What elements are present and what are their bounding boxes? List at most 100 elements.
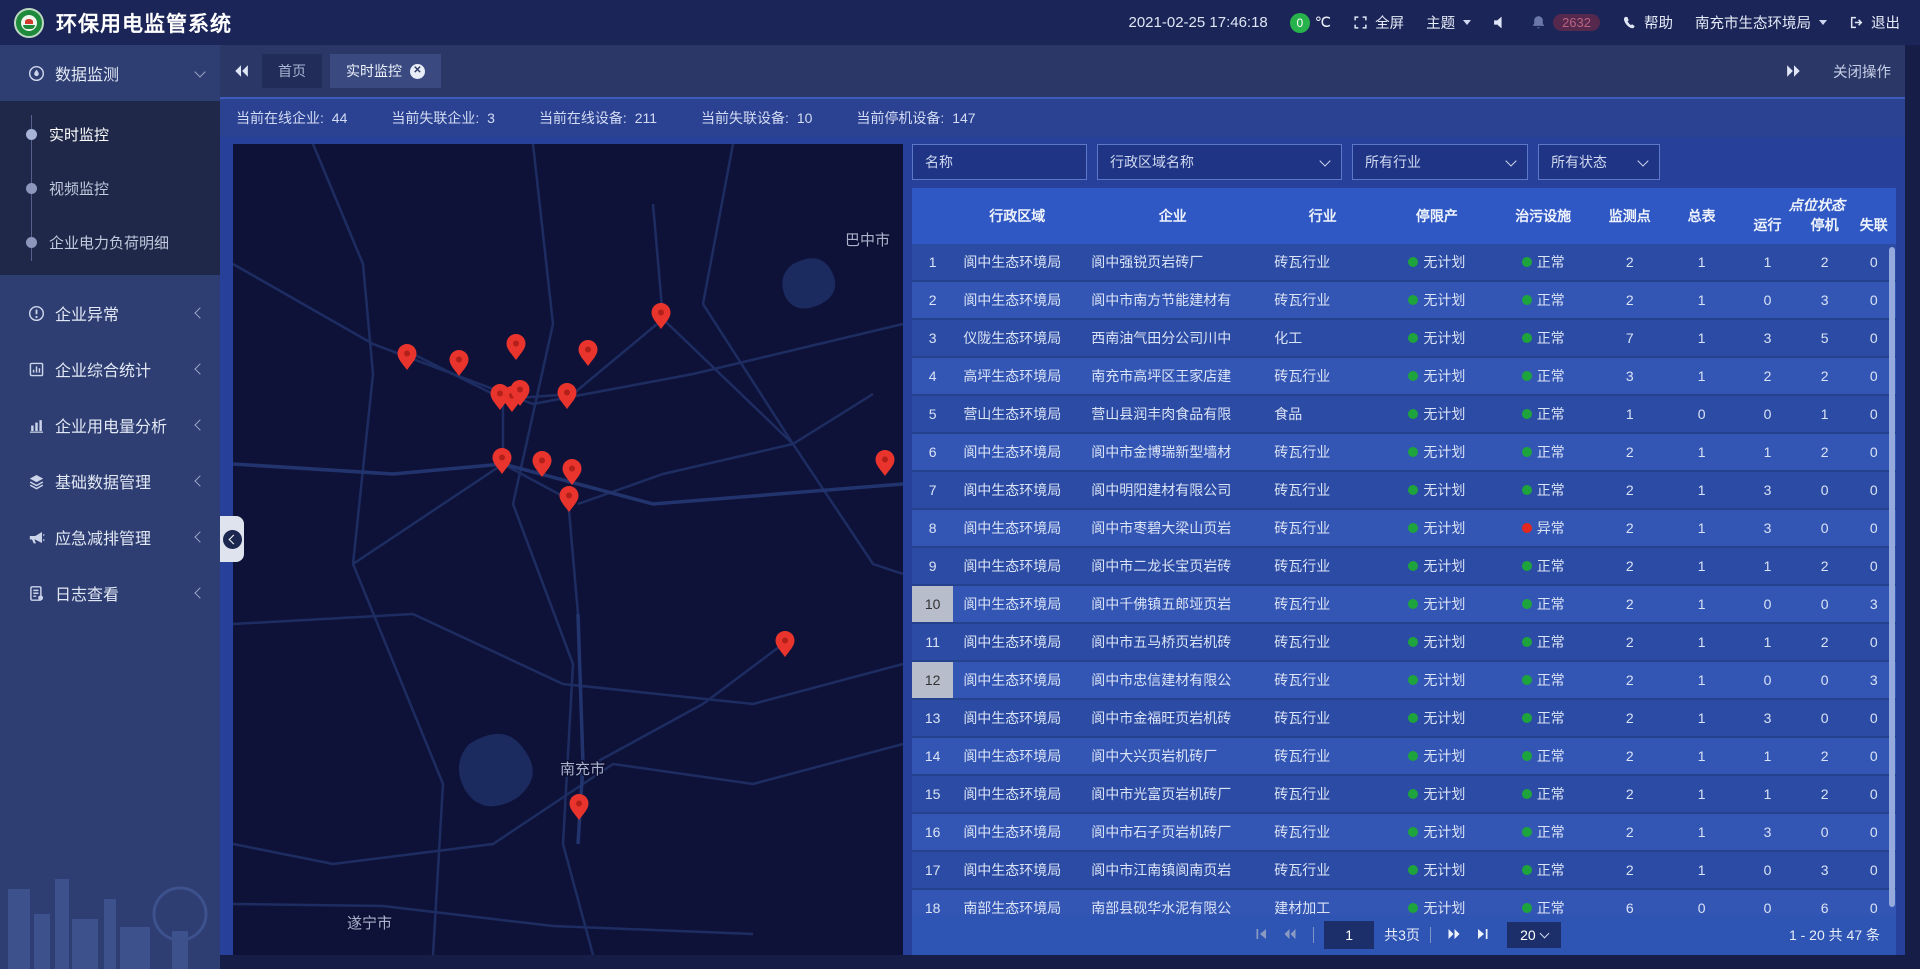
- pollution-status: 正常: [1493, 328, 1594, 348]
- map-pin[interactable]: [507, 334, 526, 360]
- sidebar-item-power-analysis[interactable]: 企业用电量分析: [0, 397, 220, 453]
- stop-status-label: 无计划: [1423, 708, 1465, 728]
- tab-home[interactable]: 首页: [262, 54, 322, 88]
- sidebar-item-base-data[interactable]: 基础数据管理: [0, 453, 220, 509]
- first-page-button[interactable]: [1251, 925, 1271, 945]
- stop-status: 无计划: [1381, 328, 1492, 348]
- row-index: 7: [912, 472, 953, 508]
- pollution-status: 正常: [1493, 594, 1594, 614]
- page-size-select[interactable]: 20: [1507, 922, 1561, 948]
- stats-bar: 当前在线企业: 44当前失联企业: 3当前在线设备: 211当前失联设备: 10…: [220, 97, 1905, 137]
- pollution-status: 正常: [1493, 442, 1594, 462]
- sidebar-item-enterprise-abnormal[interactable]: 企业异常: [0, 285, 220, 341]
- map-pin[interactable]: [398, 344, 417, 370]
- stop-status: 无计划: [1381, 404, 1492, 424]
- status-dot-icon: [1522, 371, 1532, 381]
- column-halt: 停机: [1798, 215, 1852, 244]
- stop-status-label: 无计划: [1423, 898, 1465, 915]
- status-dot-icon: [1408, 523, 1418, 533]
- row-index: 4: [912, 358, 953, 394]
- status-dot-icon: [1522, 713, 1532, 723]
- chevron-left-icon: [194, 419, 205, 430]
- next-page-button[interactable]: [1445, 925, 1465, 945]
- logout-button[interactable]: 退出: [1849, 12, 1900, 33]
- sidebar-subitem[interactable]: 实时监控: [0, 107, 220, 161]
- table-scrollbar[interactable]: [1889, 247, 1895, 907]
- pollution-status-label: 正常: [1537, 632, 1565, 652]
- close-operations-button[interactable]: 关闭操作: [1833, 61, 1891, 82]
- help-button[interactable]: 帮助: [1622, 12, 1673, 33]
- status-dot-icon: [1522, 789, 1532, 799]
- sound-button[interactable]: [1493, 15, 1509, 31]
- tabs-scroll-right-button[interactable]: [1781, 58, 1807, 84]
- table-row[interactable]: 12阆中生态环境局阆中市忠信建材有限公砖瓦行业无计划正常21003: [912, 662, 1896, 700]
- pollution-status: 正常: [1493, 404, 1594, 424]
- map-pin[interactable]: [579, 340, 598, 366]
- stop-status: 无计划: [1381, 480, 1492, 500]
- stop-status-label: 无计划: [1423, 860, 1465, 880]
- region-filter-select[interactable]: 行政区域名称: [1097, 144, 1342, 180]
- prev-page-button[interactable]: [1279, 925, 1299, 945]
- stat-item: 当前失联设备: 10: [701, 108, 812, 128]
- chevron-down-icon: [194, 66, 205, 77]
- tabs-scroll-left-button[interactable]: [228, 58, 254, 84]
- table-row[interactable]: 10阆中生态环境局阆中千佛镇五郎垭页岩砖瓦行业无计划正常21003: [912, 586, 1896, 624]
- column-industry: 行业: [1264, 206, 1381, 226]
- sidebar-item-emergency[interactable]: 应急减排管理: [0, 509, 220, 565]
- industry-filter-select[interactable]: 所有行业: [1352, 144, 1528, 180]
- map-pin[interactable]: [776, 631, 795, 657]
- table-row[interactable]: 13阆中生态环境局阆中市金福旺页岩机砖砖瓦行业无计划正常21300: [912, 700, 1896, 738]
- map-pin[interactable]: [450, 350, 469, 376]
- tab-close-icon[interactable]: ✕: [410, 64, 425, 79]
- table-row[interactable]: 4高坪生态环境局南充市高坪区王家店建砖瓦行业无计划正常31220: [912, 358, 1896, 396]
- table-row[interactable]: 18南部生态环境局南部县砚华水泥有限公建材加工无计划正常60060: [912, 890, 1896, 915]
- table-row[interactable]: 3仪陇生态环境局西南油气田分公司川中化工无计划正常71350: [912, 320, 1896, 358]
- name-filter-input[interactable]: [912, 144, 1087, 180]
- stop-status-label: 无计划: [1423, 670, 1465, 690]
- pollution-status-label: 正常: [1537, 860, 1565, 880]
- map-canvas[interactable]: 巴中市南充市遂宁市: [233, 144, 903, 955]
- map-pin[interactable]: [876, 450, 895, 476]
- stop-status-label: 无计划: [1423, 252, 1465, 272]
- sidebar-collapse-button[interactable]: [220, 516, 244, 562]
- pollution-status-label: 正常: [1537, 328, 1565, 348]
- status-dot-icon: [1522, 561, 1532, 571]
- stop-status-label: 无计划: [1423, 518, 1465, 538]
- table-row[interactable]: 16阆中生态环境局阆中市石子页岩机砖厂砖瓦行业无计划正常21300: [912, 814, 1896, 852]
- table-row[interactable]: 15阆中生态环境局阆中市光富页岩机砖厂砖瓦行业无计划正常21120: [912, 776, 1896, 814]
- map-pin[interactable]: [558, 383, 577, 409]
- table-row[interactable]: 2阆中生态环境局阆中市南方节能建材有砖瓦行业无计划正常21030: [912, 282, 1896, 320]
- map-pin[interactable]: [570, 794, 589, 820]
- table-row[interactable]: 7阆中生态环境局阆中明阳建材有限公司砖瓦行业无计划正常21300: [912, 472, 1896, 510]
- sidebar-subitem[interactable]: 企业电力负荷明细: [0, 215, 220, 269]
- sidebar-subitem[interactable]: 视频监控: [0, 161, 220, 215]
- pollution-status-label: 正常: [1537, 898, 1565, 915]
- sidebar-submenu: 实时监控视频监控企业电力负荷明细: [0, 101, 220, 275]
- sidebar-item-data-monitor[interactable]: 数据监测: [0, 45, 220, 101]
- theme-dropdown[interactable]: 主题: [1426, 12, 1471, 33]
- notifications-button[interactable]: 2632: [1531, 14, 1600, 31]
- table-row[interactable]: 1阆中生态环境局阆中强锐页岩砖厂砖瓦行业无计划正常21120: [912, 244, 1896, 282]
- table-row[interactable]: 17阆中生态环境局阆中市江南镇阆南页岩砖瓦行业无计划正常21030: [912, 852, 1896, 890]
- sidebar-item-enterprise-stats[interactable]: 企业综合统计: [0, 341, 220, 397]
- table-row[interactable]: 14阆中生态环境局阆中大兴页岩机砖厂砖瓦行业无计划正常21120: [912, 738, 1896, 776]
- stat-value: 44: [332, 110, 348, 126]
- stop-status: 无计划: [1381, 746, 1492, 766]
- status-dot-icon: [1522, 751, 1532, 761]
- status-filter-select[interactable]: 所有状态: [1538, 144, 1660, 180]
- table-row[interactable]: 9阆中生态环境局阆中市二龙长宝页岩砖砖瓦行业无计划正常21120: [912, 548, 1896, 586]
- table-row[interactable]: 8阆中生态环境局阆中市枣碧大梁山页岩砖瓦行业无计划异常21300: [912, 510, 1896, 548]
- table-row[interactable]: 11阆中生态环境局阆中市五马桥页岩机砖砖瓦行业无计划正常21120: [912, 624, 1896, 662]
- table-row[interactable]: 6阆中生态环境局阆中市金博瑞新型墙材砖瓦行业无计划正常21120: [912, 434, 1896, 472]
- sidebar-item-logs[interactable]: 日志查看: [0, 565, 220, 621]
- table-row[interactable]: 5营山生态环境局营山县润丰肉食品有限食品无计划正常10010: [912, 396, 1896, 434]
- fullscreen-button[interactable]: 全屏: [1353, 12, 1404, 33]
- row-index: 5: [912, 396, 953, 432]
- tab-realtime-monitor[interactable]: 实时监控 ✕: [330, 54, 441, 88]
- sidebar-item-label: 日志查看: [55, 581, 186, 605]
- last-page-button[interactable]: [1473, 925, 1493, 945]
- map-pin[interactable]: [560, 486, 579, 512]
- status-dot-icon: [1408, 675, 1418, 685]
- org-dropdown[interactable]: 南充市生态环境局: [1695, 12, 1827, 33]
- page-number-input[interactable]: [1324, 921, 1374, 949]
